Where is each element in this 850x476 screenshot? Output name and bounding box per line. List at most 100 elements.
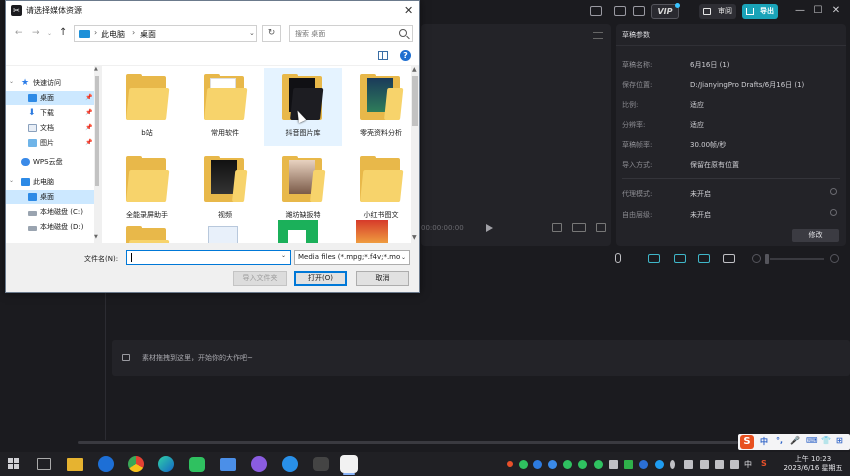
info-icon[interactable] <box>830 188 837 195</box>
nav-quick-access[interactable]: ★ 快速访问 <box>6 76 94 90</box>
microphone-icon[interactable] <box>615 253 621 263</box>
import-folder-button[interactable]: 导入文件夹 <box>233 271 287 286</box>
zoom-out-icon[interactable] <box>752 254 761 263</box>
search-input[interactable] <box>292 27 392 40</box>
folder-item[interactable] <box>108 220 186 243</box>
dialog-title-bar[interactable]: ✂ 请选择媒体资源 ✕ <box>6 1 419 21</box>
refresh-button[interactable]: ↻ <box>262 25 281 42</box>
search-box[interactable] <box>289 25 413 42</box>
tray-icon[interactable] <box>715 460 724 469</box>
view-options-icon[interactable] <box>378 51 388 60</box>
folder-item[interactable]: 潍坊缺扳特 <box>264 150 342 228</box>
system-clock[interactable]: 上午 10:23 2023/6/16 星期五 <box>780 455 846 473</box>
tray-icon[interactable] <box>548 460 557 469</box>
address-bar[interactable]: › 此电脑 › 桌面 ⌄ <box>74 25 257 42</box>
chrome-icon[interactable] <box>128 456 144 472</box>
file-pane-scrollbar[interactable]: ▲ ▼ <box>411 66 419 243</box>
folder-item[interactable]: 视频 <box>186 150 264 228</box>
scrollbar-thumb[interactable] <box>95 76 99 186</box>
scroll-up-icon[interactable]: ▲ <box>412 66 417 73</box>
voice-icon[interactable]: 🎤 <box>790 436 800 445</box>
app-icon[interactable] <box>282 456 298 472</box>
tray-icon[interactable] <box>507 461 513 467</box>
filename-input[interactable] <box>129 252 277 263</box>
zoom-slider[interactable] <box>770 258 824 260</box>
modify-button[interactable]: 修改 <box>792 229 839 242</box>
folder-item[interactable]: 常用软件 <box>186 68 264 146</box>
media-drop-zone[interactable]: 素材拖拽到这里，开始你的大作吧~ <box>112 340 850 376</box>
tray-icon[interactable] <box>684 460 693 469</box>
folder-item[interactable]: 零壳资料分析 <box>342 68 413 146</box>
filename-field[interactable]: ⌄ <box>126 250 291 265</box>
maximize-button[interactable]: ☐ <box>811 4 825 18</box>
magnet-icon[interactable] <box>674 254 686 263</box>
folder-item[interactable]: 小红书图文 <box>342 150 413 228</box>
layout-icon[interactable] <box>614 6 626 16</box>
tray-icon[interactable] <box>655 460 664 469</box>
export-button[interactable]: 导出 <box>742 4 778 19</box>
file-type-filter[interactable]: Media files (*.mpg;*.f4v;*.mo ⌄ <box>294 250 410 265</box>
nav-this-pc[interactable]: 此电脑 <box>6 175 94 189</box>
review-button[interactable]: 审阅 <box>699 4 736 19</box>
keyboard-icon[interactable]: ⌨ <box>806 436 818 445</box>
windows-start-icon[interactable] <box>8 458 20 470</box>
breadcrumb-this-pc[interactable]: 此电脑 <box>101 29 125 40</box>
nav-wps-cloud[interactable]: WPS云盘 <box>6 155 94 169</box>
chevron-down-icon[interactable]: ⌄ <box>249 29 255 37</box>
snap-icon[interactable] <box>698 254 710 263</box>
network-icon[interactable] <box>700 460 709 469</box>
nav-drive-d[interactable]: 本地磁盘 (D:) <box>6 220 94 234</box>
app-icon[interactable] <box>220 458 236 471</box>
chevron-down-icon[interactable]: ⌄ <box>281 252 286 259</box>
recent-dropdown-icon[interactable]: ⌄ <box>47 30 52 37</box>
sogou-logo[interactable]: S <box>740 435 754 449</box>
skin-icon[interactable]: 👕 <box>821 436 831 445</box>
minimize-button[interactable]: — <box>793 4 807 18</box>
image-item[interactable] <box>342 220 413 243</box>
back-arrow-icon[interactable]: ← <box>15 28 23 38</box>
nav-documents[interactable]: 文档 📌 <box>6 121 94 135</box>
breadcrumb-desktop[interactable]: 桌面 <box>140 29 156 40</box>
ie-browser-icon[interactable] <box>98 456 114 472</box>
menu-icon[interactable] <box>633 6 645 16</box>
volume-icon[interactable] <box>730 460 739 469</box>
app-icon[interactable] <box>251 456 267 472</box>
scroll-up-icon[interactable]: ▲ <box>94 66 98 72</box>
nav-desktop-pinned[interactable]: 桌面 📌 <box>6 91 94 105</box>
tray-icon[interactable] <box>563 460 572 469</box>
folder-item[interactable]: 抖音图片库 <box>264 68 342 146</box>
file-item[interactable] <box>186 220 264 243</box>
search-icon[interactable] <box>399 29 407 37</box>
ime-lang-toggle[interactable]: 中 <box>760 436 768 447</box>
help-icon[interactable]: ? <box>400 50 411 61</box>
zoom-in-icon[interactable] <box>830 254 839 263</box>
nav-pictures[interactable]: 图片 📌 <box>6 136 94 150</box>
folder-item[interactable]: b站 <box>108 68 186 146</box>
play-button[interactable] <box>486 224 493 232</box>
tray-icon[interactable] <box>639 460 648 469</box>
file-explorer-icon[interactable] <box>67 458 83 471</box>
vip-button[interactable]: VIP <box>651 3 680 19</box>
tray-icon[interactable] <box>533 460 542 469</box>
scroll-down-icon[interactable]: ▼ <box>412 234 417 241</box>
player-menu-icon[interactable] <box>593 32 603 39</box>
open-button[interactable]: 打开(O) <box>294 271 347 286</box>
sogou-tray-icon[interactable]: S <box>761 459 767 468</box>
wechat-icon[interactable] <box>189 457 205 472</box>
jianying-icon[interactable] <box>340 455 358 473</box>
nav-drive-c[interactable]: 本地磁盘 (C:) <box>6 205 94 219</box>
image-item[interactable] <box>264 220 342 243</box>
scrollbar-thumb[interactable] <box>412 76 418 126</box>
close-app-button[interactable]: ✕ <box>829 4 843 18</box>
timeline-scrollbar[interactable] <box>78 441 738 444</box>
link-icon[interactable] <box>648 254 660 263</box>
fullscreen-icon[interactable] <box>596 223 606 232</box>
input-language[interactable]: 中 <box>744 459 752 470</box>
nav-pane-scrollbar[interactable]: ▲ ▼ <box>94 66 100 243</box>
info-icon[interactable] <box>830 209 837 216</box>
ime-punct-toggle[interactable]: °, <box>776 436 783 445</box>
shortcut-icon[interactable] <box>590 6 602 16</box>
forward-arrow-icon[interactable]: → <box>32 28 40 38</box>
edge-icon[interactable] <box>158 456 174 472</box>
tray-icon[interactable] <box>624 460 633 469</box>
